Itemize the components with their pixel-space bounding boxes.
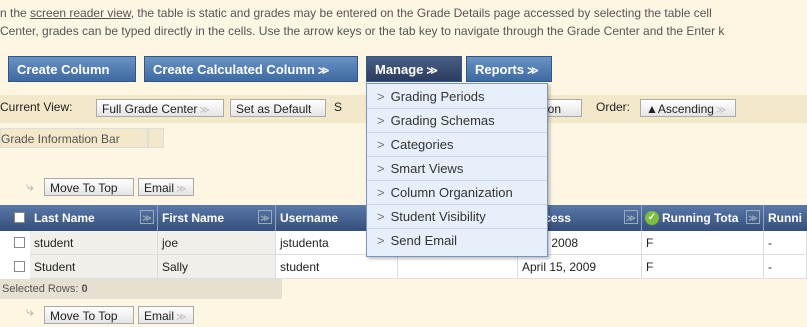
column-header-last-name[interactable]: Last Name ≫ [30,205,158,231]
menu-item-label: Categories [390,137,454,152]
column-header-label: Username [280,211,339,225]
order-value: ▲Ascending [646,102,714,116]
chevron-right-icon: > [377,209,385,224]
column-header-first-name[interactable]: First Name ≫ [158,205,276,231]
menu-item-send-email[interactable]: > Send Email [367,229,547,253]
current-view-select[interactable]: Full Grade Center ≫ [96,99,224,117]
menu-item-label: Grading Periods [390,89,485,104]
column-header-running-total[interactable]: ✓ Running Tota ≫ [642,205,764,231]
chevron-right-icon: > [377,89,385,104]
chevron-right-icon: > [377,113,385,128]
screen-reader-view-link[interactable]: screen reader view [30,6,131,20]
grade-information-bar-end [148,128,164,148]
create-column-label: Create Column [17,62,110,77]
email-button[interactable]: Email ≫ [138,178,194,196]
selected-rows-count: 0 [81,283,88,295]
menu-item-categories[interactable]: > Categories [367,133,547,157]
menu-item-grading-periods[interactable]: > Grading Periods [367,85,547,109]
menu-item-column-organization[interactable]: > Column Organization [367,181,547,205]
column-header-label: Running Tota [662,211,739,225]
cell-last-name: student [30,231,158,255]
chevron-right-icon: > [377,233,385,248]
current-view-label: Current View: [0,100,73,114]
menu-item-label: Student Visibility [390,209,486,224]
selected-rows-label: Selected Rows: [2,283,79,295]
column-header-running-2[interactable]: Runni [764,205,807,231]
chevron-down-icon: ≫ [176,312,187,323]
order-select[interactable]: ▲Ascending ≫ [640,99,736,117]
intro-line-1-prefix: n the [0,6,31,20]
create-calculated-label: Create Calculated Column [153,62,315,77]
arrow-icon: ⤷ [26,303,34,319]
chevron-down-icon: ≫ [317,65,330,77]
menu-item-smart-views[interactable]: > Smart Views [367,157,547,181]
column-menu-icon[interactable]: ≫ [624,210,638,224]
checkmark-icon: ✓ [645,211,659,225]
cell-running-2[interactable]: - [764,231,807,255]
manage-label: Manage [375,62,424,77]
menu-item-grading-schemas[interactable]: > Grading Schemas [367,109,547,133]
chevron-down-icon: ≫ [527,65,539,77]
manage-menu-button[interactable]: Manage ≫ [366,56,462,82]
reports-menu-button[interactable]: Reports ≫ [466,56,552,82]
cell-running-total[interactable]: F [642,231,764,255]
email-label: Email [144,309,175,323]
email-label: Email [144,181,175,195]
email-button-bottom[interactable]: Email ≫ [138,306,194,324]
chevron-down-icon: ≫ [715,105,727,116]
cell-first-name: Sally [158,255,276,279]
set-as-default-label: Set as Default [236,102,312,116]
menu-item-student-visibility[interactable]: > Student Visibility [367,205,547,229]
chevron-right-icon: > [377,185,385,200]
move-to-top-button[interactable]: Move To Top [44,178,134,196]
column-menu-icon[interactable]: ≫ [140,210,154,224]
column-menu-icon[interactable]: ≫ [746,210,760,224]
column-header-label: Last Name [34,211,95,225]
chevron-down-icon: ≫ [199,105,210,116]
menu-item-label: Grading Schemas [390,113,495,128]
column-menu-icon[interactable]: ≫ [258,210,272,224]
chevron-right-icon: > [377,137,385,152]
row-select-checkbox[interactable] [14,237,25,248]
intro-line-1-suffix: , the table is static and grades may be … [130,6,712,20]
table-row: Student Sally student April 15, 2009 F - [0,255,807,279]
cell-hidden[interactable] [398,255,518,279]
chevron-down-icon: ≫ [426,65,438,77]
move-to-top-label: Move To Top [50,181,118,195]
cell-last-access[interactable]: April 15, 2009 [518,255,642,279]
selected-rows-bar: Selected Rows: 0 [0,279,282,299]
arrow-icon: ⤷ [26,178,34,194]
grade-information-bar-label: Grade Information Bar [1,132,120,146]
cell-running-2[interactable]: - [764,255,807,279]
column-header-label: Runni [768,211,802,225]
grade-information-bar: Grade Information Bar [0,128,148,148]
intro-line-2: Center, grades can be typed directly in … [0,24,725,38]
create-calculated-column-button[interactable]: Create Calculated Column ≫ [144,56,358,82]
order-label: Order: [596,100,631,114]
reports-label: Reports [475,62,525,77]
sort-label: S [334,100,343,114]
chevron-right-icon: > [377,161,385,176]
move-to-top-label: Move To Top [50,309,118,323]
menu-item-label: Column Organization [390,185,513,200]
chevron-down-icon: ≫ [176,184,187,195]
move-to-top-button-bottom[interactable]: Move To Top [44,306,134,324]
set-as-default-button[interactable]: Set as Default [230,99,326,117]
intro-line-1: n the screen reader view, the table is s… [0,4,807,22]
menu-item-label: Send Email [390,233,458,248]
cell-last-name: Student [30,255,158,279]
row-select-checkbox[interactable] [14,261,25,272]
menu-item-label: Smart Views [390,161,464,176]
select-all-checkbox[interactable] [14,212,25,223]
manage-dropdown-menu: > Grading Periods > Grading Schemas > Categ… [366,83,548,257]
cell-username[interactable]: student [276,255,398,279]
current-view-value: Full Grade Center [102,102,198,116]
cell-first-name: joe [158,231,276,255]
cell-running-total[interactable]: F [642,255,764,279]
column-header-label: First Name [162,211,225,225]
create-column-button[interactable]: Create Column [8,56,136,82]
intro-text: n the screen reader view, the table is s… [0,4,807,40]
